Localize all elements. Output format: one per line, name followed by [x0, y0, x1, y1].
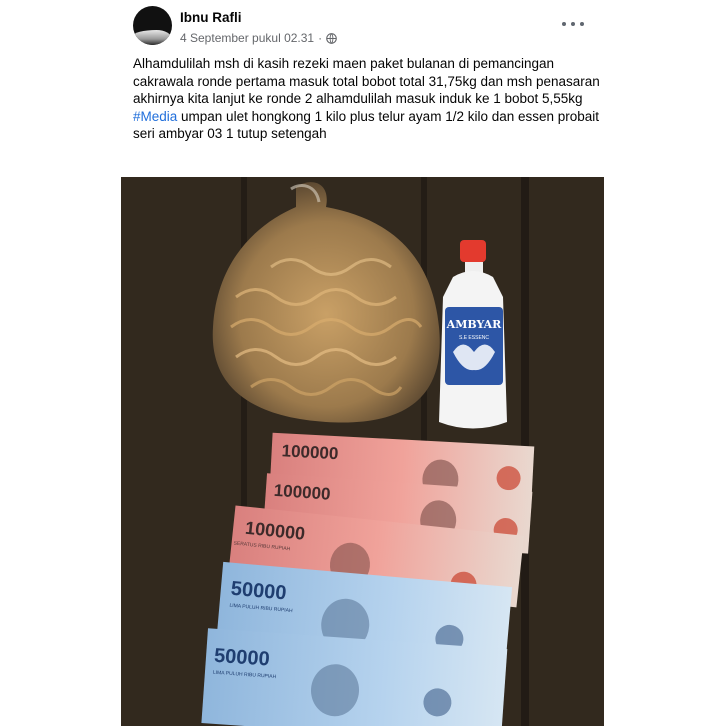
avatar[interactable]	[133, 6, 172, 45]
globe-icon	[326, 32, 337, 44]
post-meta: 4 September pukul 02.31 ·	[180, 31, 337, 45]
banknote-amount: 100000	[273, 481, 331, 504]
facebook-post: Ibnu Rafli 4 September pukul 02.31 · Alh…	[0, 0, 726, 726]
more-horizontal-icon	[562, 22, 566, 26]
author-name[interactable]: Ibnu Rafli	[180, 10, 242, 25]
post-photo[interactable]: AMBYAR S.E ESSENC 100000 100000 100000 S…	[121, 177, 604, 726]
hashtag-link[interactable]: #Media	[133, 109, 177, 124]
more-options-button[interactable]	[562, 17, 584, 31]
bottle-label: AMBYAR	[446, 318, 502, 331]
post-text: Alhamdulilah msh di kasih rezeki maen pa…	[133, 55, 603, 143]
more-dot	[571, 22, 575, 26]
avatar-landscape	[133, 30, 172, 45]
post-paragraph-1: Alhamdulilah msh di kasih rezeki maen pa…	[133, 56, 600, 106]
banknote-amount: 50000	[213, 645, 270, 671]
more-dot	[580, 22, 584, 26]
photo-scene: AMBYAR S.E ESSENC 100000 100000 100000 S…	[121, 177, 604, 726]
banknote-amount: 100000	[281, 441, 339, 463]
meta-separator: ·	[318, 31, 323, 45]
post-timestamp[interactable]: 4 September pukul 02.31	[180, 31, 314, 45]
post-paragraph-2-text: umpan ulet hongkong 1 kilo plus telur ay…	[133, 108, 600, 142]
post-header: Ibnu Rafli 4 September pukul 02.31 ·	[133, 6, 593, 48]
post-paragraph-2: #Media umpan ulet hongkong 1 kilo plus t…	[133, 108, 603, 143]
bottle-sublabel: S.E ESSENC	[459, 335, 489, 341]
